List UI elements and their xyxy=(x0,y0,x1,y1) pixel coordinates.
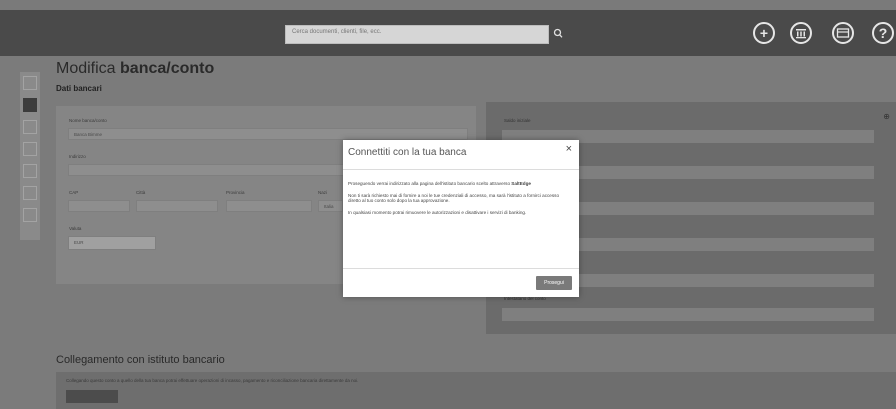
owner-field[interactable] xyxy=(502,308,874,321)
province-field[interactable] xyxy=(226,200,312,212)
connect-bank-button[interactable] xyxy=(66,390,118,403)
province-label: Provincia xyxy=(226,190,245,195)
modal-body: Proseguendo verrai indirizzato alla pagi… xyxy=(348,181,572,221)
cap-field[interactable] xyxy=(68,200,130,212)
city-label: Città xyxy=(136,190,146,195)
modal-paragraph-2: Non ti sarà richiesto mai di fornire a n… xyxy=(348,192,560,204)
modal-paragraph-1: Proseguendo verrai indirizzato alla pagi… xyxy=(348,181,531,186)
help-icon[interactable]: ? xyxy=(872,22,894,44)
search-placeholder: Cerca documenti, clienti, file, ecc. xyxy=(292,29,382,35)
bank-name-label: Nome banca/conto xyxy=(69,118,107,123)
plus-icon[interactable]: + xyxy=(753,22,775,44)
close-icon[interactable]: × xyxy=(566,143,572,155)
cap-label: CAP xyxy=(69,190,79,195)
sidebar-item-documents[interactable] xyxy=(23,120,37,134)
city-field[interactable] xyxy=(136,200,218,212)
bank-link-text: Collegando questo conto a quello della t… xyxy=(66,378,359,383)
modal-title: Connettiti con la tua banca xyxy=(348,147,467,158)
sidebar-item-settings[interactable] xyxy=(23,208,37,222)
modal-divider-bottom xyxy=(343,268,579,269)
sidebar-item-people[interactable] xyxy=(23,142,37,156)
sidebar-item-home[interactable] xyxy=(23,76,37,90)
sidebar-item-files[interactable] xyxy=(23,164,37,178)
modal-divider-top xyxy=(343,169,579,170)
bank-name-field[interactable]: Banca Bimme xyxy=(68,128,468,140)
bank-icon[interactable] xyxy=(790,22,812,44)
page-title: Modifica banca/conto xyxy=(56,60,215,77)
currency-label: Valuta xyxy=(69,226,82,231)
search-input[interactable]: Cerca documenti, clienti, file, ecc. xyxy=(285,25,549,44)
nation-field[interactable]: Italia xyxy=(318,200,343,212)
connect-bank-modal: Connettiti con la tua banca × Proseguend… xyxy=(343,140,579,297)
right-top-label: Saldo iniziale xyxy=(504,118,531,123)
bank-link-band: Collegando questo conto a quello della t… xyxy=(56,372,896,409)
currency-select[interactable]: EUR xyxy=(68,236,156,250)
address-label: Indirizzo xyxy=(69,154,86,159)
modal-paragraph-3: In qualsiasi momento potrai rimuovere le… xyxy=(348,209,527,215)
side-nav xyxy=(20,72,40,240)
sidebar-item-reports[interactable] xyxy=(23,186,37,200)
sidebar-item-active[interactable] xyxy=(23,98,37,112)
nation-label: Nazi xyxy=(318,190,328,195)
continue-button[interactable]: Prosegui xyxy=(536,276,572,290)
search-button[interactable] xyxy=(551,25,566,42)
card-icon[interactable] xyxy=(832,22,854,44)
section-subtitle: Dati bancari xyxy=(56,84,102,93)
search-icon xyxy=(553,28,563,38)
expand-icon[interactable]: ⊕ xyxy=(883,112,890,121)
bank-link-title: Collegamento con istituto bancario xyxy=(56,354,225,366)
